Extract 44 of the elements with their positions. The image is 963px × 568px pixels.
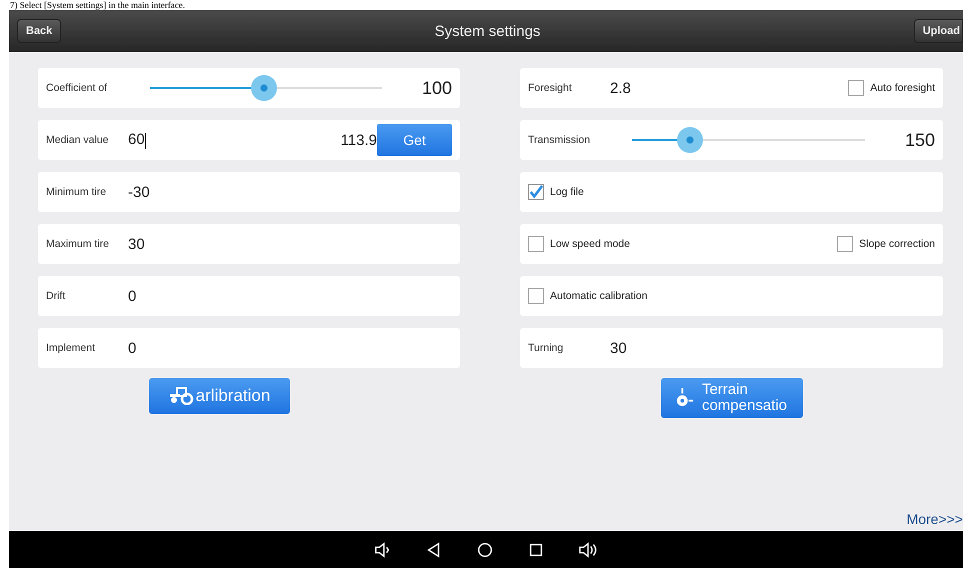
level-icon [676, 388, 694, 408]
back-button[interactable]: Back [17, 19, 62, 43]
slider-value: 100 [420, 78, 452, 98]
window-title: System settings [434, 22, 540, 40]
setting-label: Foresight [528, 82, 573, 94]
volume-up-icon[interactable] [578, 540, 598, 558]
checkbox[interactable] [848, 80, 864, 96]
terrain-compensation-button[interactable]: Terrain compensatio [660, 378, 802, 418]
checkbox-label: Auto foresight [870, 82, 935, 94]
slider-thumb[interactable] [677, 127, 704, 153]
home-icon[interactable] [476, 540, 494, 558]
checkbox-label: Log file [550, 186, 584, 198]
slider-thumb[interactable] [250, 75, 277, 101]
input-field[interactable]: 30 [128, 236, 444, 252]
setting-label: Turning [528, 342, 564, 354]
checkbox-label: Automatic calibration [550, 290, 648, 302]
setting-label: Transmission [528, 134, 592, 146]
checkbox[interactable] [528, 184, 544, 200]
input-field[interactable]: -30 [128, 184, 444, 200]
checkbox-label: Low speed mode [550, 238, 630, 250]
more-link[interactable]: More>>> [906, 511, 963, 527]
setting-label: Implement [46, 342, 96, 354]
checkbox[interactable] [528, 236, 544, 252]
caption-text: 7) Select [System settings] in the main interface. [9, 0, 186, 10]
input-field[interactable]: 30 [610, 340, 927, 356]
measured-value: 113.9 [340, 132, 377, 148]
volume-down-icon[interactable] [374, 540, 392, 558]
calibration-button[interactable]: arlibration [148, 378, 290, 414]
setting-label: Median value [46, 134, 110, 146]
upload-button[interactable]: Upload [914, 19, 963, 43]
input-field[interactable]: 0 [128, 288, 444, 304]
checkbox[interactable] [837, 236, 854, 252]
setting-label: Coefficient of [46, 82, 108, 94]
input-field[interactable]: 0 [128, 340, 444, 356]
setting-label: Maximum tire [46, 238, 110, 250]
checkbox[interactable] [528, 288, 544, 304]
input-field[interactable]: 2.8 [610, 80, 840, 96]
get-button[interactable]: Get [377, 124, 452, 156]
slider-value: 150 [904, 130, 935, 150]
tractor-icon [168, 387, 194, 405]
setting-label: Drift [46, 290, 66, 302]
input-field[interactable]: 60 [128, 131, 333, 149]
checkbox-label: Slope correction [859, 238, 935, 250]
setting-label: Minimum tire [46, 186, 108, 198]
